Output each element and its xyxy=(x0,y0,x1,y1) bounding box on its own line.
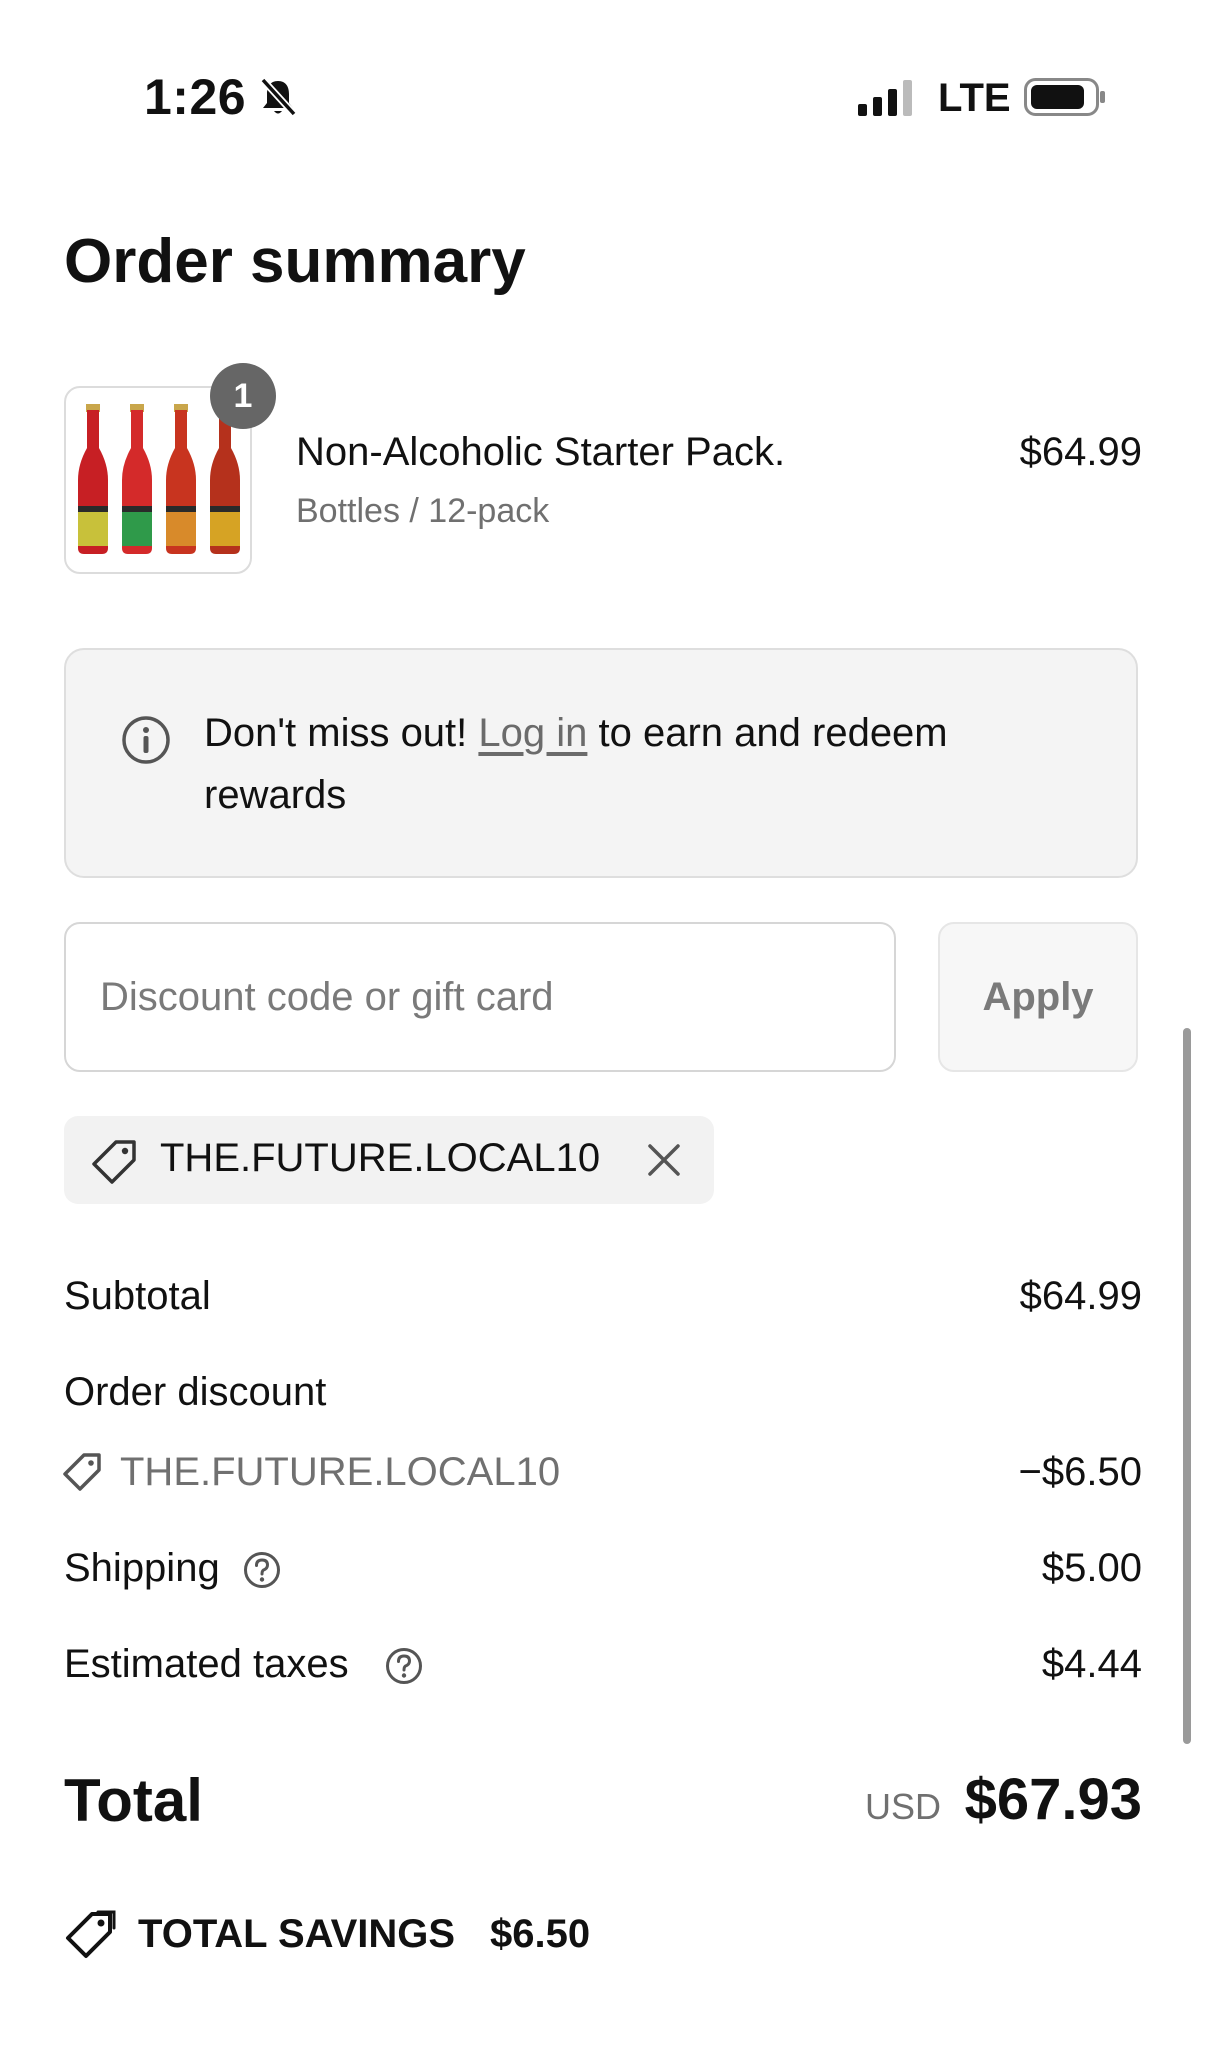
estimated-taxes-value: $4.44 xyxy=(1041,1642,1142,1686)
status-bar: 1:26 LTE xyxy=(0,0,1206,200)
tag-icon xyxy=(63,1453,101,1491)
total-savings-label: TOTAL SAVINGS xyxy=(138,1912,456,1956)
order-discount-label: Order discount xyxy=(64,1370,327,1414)
rewards-message: Don't miss out! Log in to earn and redee… xyxy=(204,702,1064,826)
currency-label: USD xyxy=(864,1786,941,1827)
page-title: Order summary xyxy=(64,227,526,296)
subtotal-value: $64.99 xyxy=(1019,1274,1142,1318)
network-label: LTE xyxy=(938,76,1011,120)
discount-value: −$6.50 xyxy=(1018,1450,1142,1494)
shipping-label: Shipping xyxy=(64,1546,220,1590)
bell-slash-icon xyxy=(260,77,297,117)
battery-icon xyxy=(1024,78,1105,116)
help-circle-icon[interactable] xyxy=(384,1646,424,1686)
applied-discount-chip: THE.FUTURE.LOCAL10 xyxy=(64,1116,714,1204)
total-value: $67.93 xyxy=(964,1767,1142,1832)
tag-icon xyxy=(92,1140,136,1184)
product-price: $64.99 xyxy=(1019,430,1142,474)
remove-code-close-icon[interactable] xyxy=(642,1138,686,1182)
applied-code-text: THE.FUTURE.LOCAL10 xyxy=(160,1136,601,1180)
info-icon xyxy=(122,716,170,764)
rewards-prefix: Don't miss out! xyxy=(204,711,479,755)
help-circle-icon[interactable] xyxy=(242,1550,282,1590)
product-variant: Bottles / 12-pack xyxy=(296,492,550,530)
bottle-illustration xyxy=(78,404,108,554)
bottle-illustration xyxy=(122,404,152,554)
shipping-value: $5.00 xyxy=(1041,1546,1142,1590)
subtotal-label: Subtotal xyxy=(64,1274,211,1318)
bottle-illustration xyxy=(166,404,196,554)
quantity-badge: 1 xyxy=(210,363,276,429)
total-label: Total xyxy=(64,1767,203,1834)
scrollbar[interactable] xyxy=(1183,1028,1191,1744)
discount-code-label: THE.FUTURE.LOCAL10 xyxy=(120,1450,561,1494)
apply-button[interactable]: Apply xyxy=(938,922,1138,1072)
total-savings-value: $6.50 xyxy=(490,1912,591,1956)
product-name: Non-Alcoholic Starter Pack. xyxy=(296,430,786,474)
rewards-banner: Don't miss out! Log in to earn and redee… xyxy=(64,648,1138,878)
discount-code-input[interactable] xyxy=(64,922,896,1072)
savings-tag-icon xyxy=(66,1910,116,1958)
estimated-taxes-label: Estimated taxes xyxy=(64,1642,349,1686)
status-time: 1:26 xyxy=(144,69,247,125)
login-link[interactable]: Log in xyxy=(478,711,587,755)
signal-icon xyxy=(858,80,912,116)
